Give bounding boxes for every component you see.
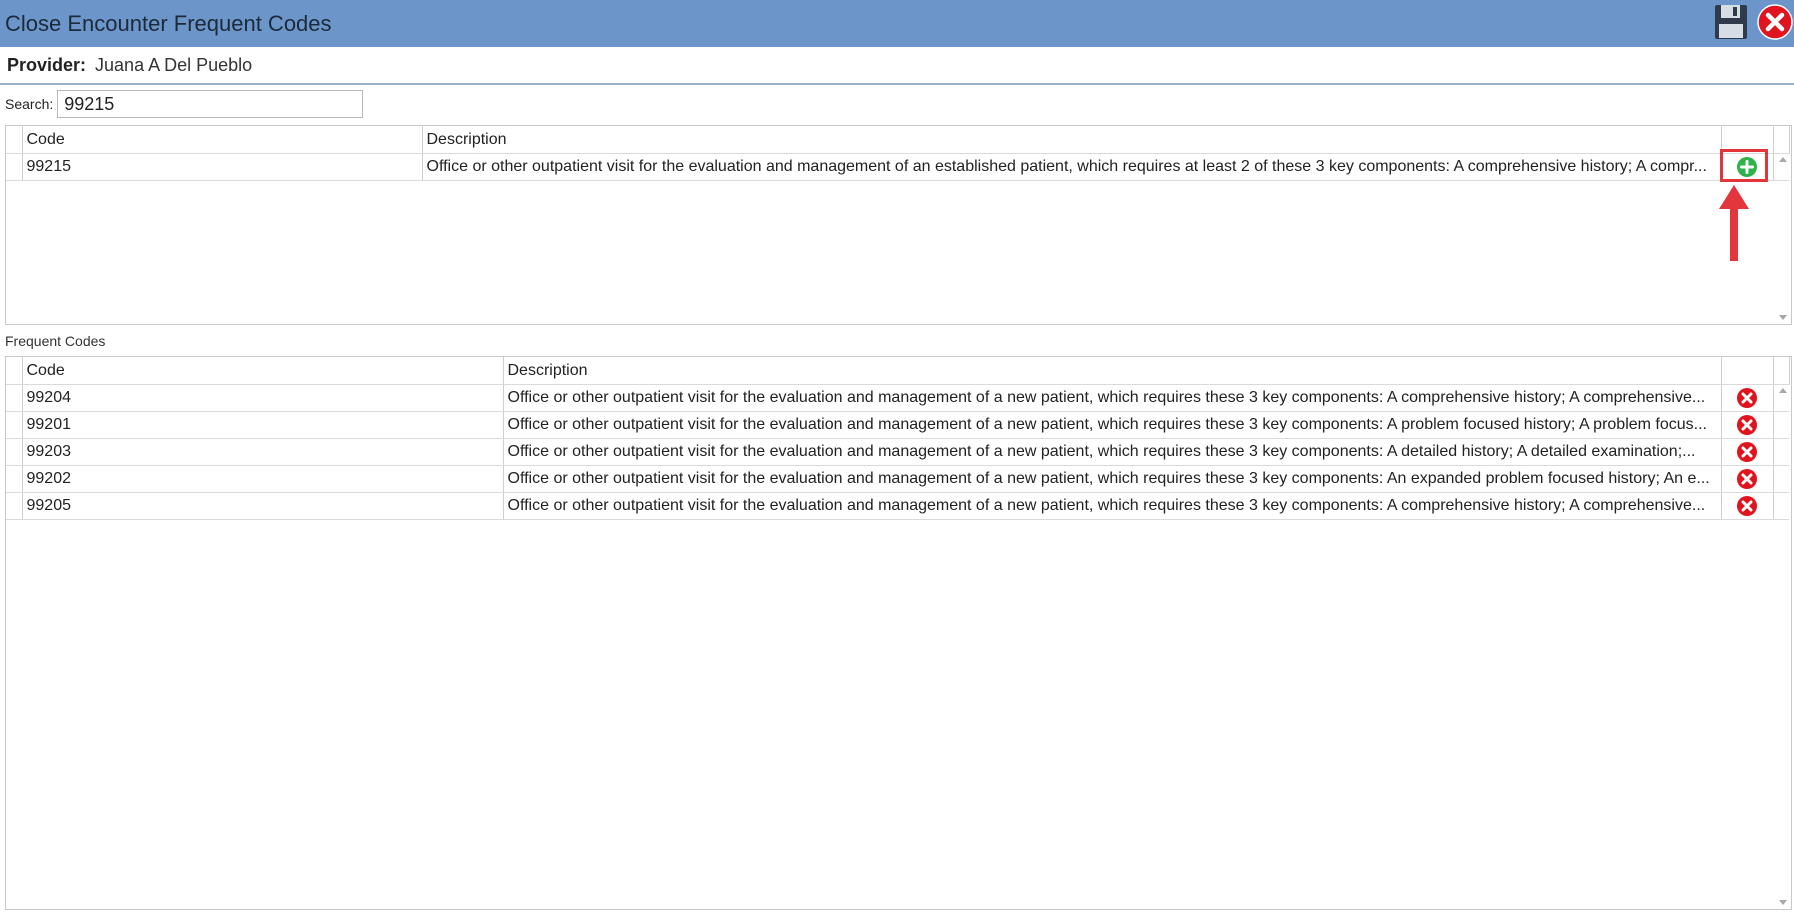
close-button[interactable]: [1756, 3, 1794, 41]
search-results-table: Code Description 99215 Office or other o…: [6, 126, 1790, 181]
row-selector[interactable]: [6, 438, 23, 466]
table-row[interactable]: 99205 Office or other outpatient visit f…: [6, 492, 1789, 520]
search-row: Search:: [5, 89, 364, 119]
search-label: Search:: [5, 96, 54, 112]
remove-button[interactable]: [1721, 411, 1774, 439]
table-row[interactable]: 99202 Office or other outpatient visit f…: [6, 465, 1789, 493]
scroll-down-arrow[interactable]: [1779, 900, 1787, 905]
vertical-scrollbar[interactable]: [1775, 153, 1791, 324]
search-results-grid: Code Description 99215 Office or other o…: [5, 125, 1792, 325]
title-actions: [1712, 3, 1794, 41]
window-title: Close Encounter Frequent Codes: [5, 10, 332, 36]
code-cell: 99205: [22, 492, 504, 520]
header-row: Code Description: [6, 126, 1790, 154]
provider-label: Provider:: [7, 54, 87, 75]
frequent-codes-label: Frequent Codes: [5, 333, 106, 349]
scroll-up-arrow[interactable]: [1779, 388, 1787, 393]
table-row[interactable]: 99215 Office or other outpatient visit f…: [6, 153, 1789, 181]
title-bar: Close Encounter Frequent Codes: [0, 0, 1794, 47]
column-header-scroll: [1773, 357, 1790, 385]
provider-name: Juana A Del Pueblo: [95, 54, 253, 75]
row-selector[interactable]: [6, 492, 23, 520]
row-selector[interactable]: [6, 384, 23, 412]
description-cell: Office or other outpatient visit for the…: [503, 384, 1722, 412]
code-cell: 99202: [22, 465, 504, 493]
remove-button[interactable]: [1721, 492, 1774, 520]
highlight-box: [1720, 149, 1768, 182]
frequent-codes-table: Code Description 99204 Office or other o…: [6, 357, 1790, 520]
close-icon: [1757, 4, 1793, 40]
row-header-cell: [6, 357, 23, 385]
scroll-down-arrow[interactable]: [1779, 315, 1787, 320]
vertical-scrollbar[interactable]: [1775, 384, 1791, 909]
column-header-action: [1721, 357, 1774, 385]
code-cell: 99203: [22, 438, 504, 466]
remove-icon: [1737, 469, 1757, 489]
code-cell: 99204: [22, 384, 504, 412]
code-cell: 99215: [22, 153, 423, 181]
description-cell: Office or other outpatient visit for the…: [503, 465, 1722, 493]
description-cell: Office or other outpatient visit for the…: [503, 411, 1722, 439]
description-cell: Office or other outpatient visit for the…: [422, 153, 1722, 181]
frequent-codes-grid: Code Description 99204 Office or other o…: [5, 356, 1792, 910]
row-header-cell: [6, 126, 23, 154]
description-cell: Office or other outpatient visit for the…: [503, 438, 1722, 466]
table-row[interactable]: 99201 Office or other outpatient visit f…: [6, 411, 1789, 439]
row-selector[interactable]: [6, 465, 23, 493]
scroll-up-arrow[interactable]: [1779, 157, 1787, 162]
table-row[interactable]: 99204 Office or other outpatient visit f…: [6, 384, 1789, 412]
search-input[interactable]: [57, 90, 364, 118]
remove-icon: [1737, 388, 1757, 408]
column-header-code[interactable]: Code: [22, 126, 423, 154]
row-selector[interactable]: [6, 411, 23, 439]
column-header-description[interactable]: Description: [422, 126, 1722, 154]
table-row[interactable]: 99203 Office or other outpatient visit f…: [6, 438, 1789, 466]
provider-row: Provider: Juana A Del Pueblo: [0, 47, 1794, 85]
remove-button[interactable]: [1721, 384, 1774, 412]
remove-icon: [1737, 442, 1757, 462]
column-header-description[interactable]: Description: [503, 357, 1722, 385]
arrow-up-icon: [1719, 185, 1749, 261]
remove-icon: [1737, 496, 1757, 516]
column-header-scroll: [1773, 126, 1790, 154]
save-icon: [1715, 5, 1747, 39]
remove-icon: [1737, 415, 1757, 435]
header-row: Code Description: [6, 357, 1790, 385]
column-header-code[interactable]: Code: [22, 357, 504, 385]
code-cell: 99201: [22, 411, 504, 439]
save-button[interactable]: [1712, 3, 1750, 41]
row-selector[interactable]: [6, 153, 23, 181]
remove-button[interactable]: [1721, 465, 1774, 493]
remove-button[interactable]: [1721, 438, 1774, 466]
description-cell: Office or other outpatient visit for the…: [503, 492, 1722, 520]
